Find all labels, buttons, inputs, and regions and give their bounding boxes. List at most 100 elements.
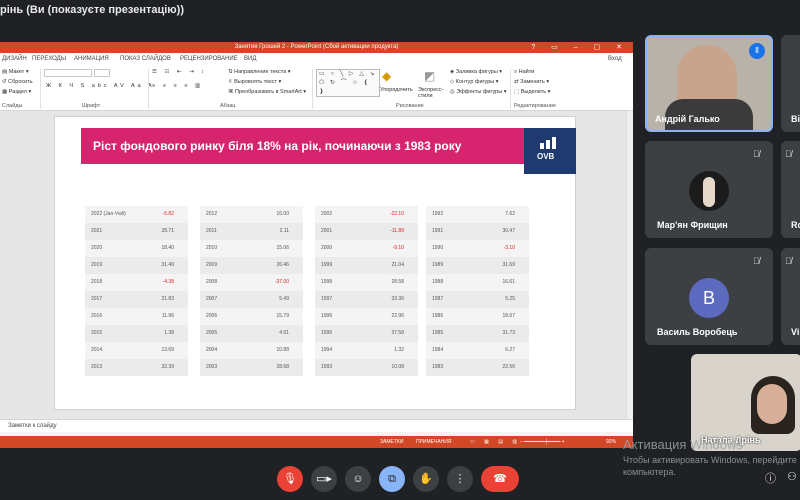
slide-notes-pane[interactable]: Заметки к слайду bbox=[0, 419, 633, 432]
shape-fill-button[interactable]: ◈ Заливка фигуры ▾ bbox=[450, 69, 502, 75]
participant-name: Василь Воробець bbox=[657, 327, 738, 337]
participant-name: Андрій Галько bbox=[655, 114, 720, 124]
emoji-button[interactable]: ☺ bbox=[345, 466, 371, 492]
zoom-slider[interactable]: – ━━━━━━━┿━━━━ + bbox=[520, 439, 565, 445]
present-screen-icon: ⧉ bbox=[388, 473, 396, 485]
ppt-status-bar: ЗАМЕТКИ ПРИМЕЧАНИЯ ▭ ▦ ▤ ▥ – ━━━━━━━┿━━━… bbox=[0, 436, 633, 448]
year-cell: 2000 bbox=[321, 245, 333, 251]
smartart-button[interactable]: ⌘ Преобразовать в SmartArt ▾ bbox=[228, 89, 306, 95]
shape-outline-button[interactable]: ◇ Контур фигуры ▾ bbox=[450, 79, 499, 85]
return-value-cell: 11.96 bbox=[161, 313, 174, 319]
current-slide[interactable]: Ріст фондового ринку біля 18% на рік, по… bbox=[54, 116, 576, 410]
font-name-input[interactable] bbox=[44, 69, 92, 77]
arrange-button[interactable]: Упорядочить bbox=[380, 87, 413, 93]
tab-review[interactable]: РЕЦЕНЗИРОВАНИЕ bbox=[180, 56, 238, 62]
participant-name: Ві bbox=[791, 114, 800, 124]
section-button[interactable]: ▦ Раздел ▾ bbox=[2, 89, 31, 95]
table-row: 1986 18.67 bbox=[426, 308, 529, 325]
year-cell: 2011 bbox=[206, 228, 217, 234]
returns-table: 2022 (Jan-Vwli) -5.82 2021 28.71 2020 18.40 20… bbox=[85, 206, 188, 376]
sign-in-link[interactable]: Вход bbox=[608, 56, 622, 62]
ribbon-separator bbox=[510, 69, 511, 109]
more-options-button[interactable]: ⋮ bbox=[447, 466, 473, 492]
find-button[interactable]: ⌕ Найти bbox=[514, 69, 534, 76]
text-direction-button[interactable]: ⇅ Направление текста ▾ bbox=[228, 69, 291, 75]
year-cell: 1991 bbox=[432, 228, 444, 234]
table-row: 1987 5.25 bbox=[426, 291, 529, 308]
shapes-gallery[interactable]: ▭ ○ ╲ ▷ △ ↘ ⬠ ↻ ⌒ ☆ ❴ ❵ bbox=[316, 69, 380, 97]
camera-button[interactable]: ▭▸ bbox=[311, 466, 337, 492]
return-value-cell: 31.73 bbox=[502, 330, 515, 336]
arrange-icon[interactable]: ◆ bbox=[382, 69, 391, 83]
mic-off-button[interactable]: 🎙 bbox=[277, 466, 303, 492]
returns-table: 2002 -22.10 2001 -11.89 2000 -9.10 1999 21.04 19… bbox=[315, 206, 418, 376]
return-value-cell: 5.25 bbox=[505, 296, 515, 302]
participant-tile-vi2[interactable]: 🎙̸ Vi bbox=[781, 248, 800, 345]
font-format-buttons[interactable]: Ж К Ч S abc AV Aa A bbox=[46, 83, 155, 89]
paragraph-list-buttons[interactable]: ☰ ☷ ⇤ ⇥ ↕ bbox=[152, 69, 207, 75]
participant-tile-maryan[interactable]: 🎙̸ Мар'ян Фрищин bbox=[645, 141, 773, 238]
shape-effects-button[interactable]: ◎ Эффекты фигуры ▾ bbox=[450, 89, 506, 95]
presenter-label: рінь (Ви (показуєте презентацію)) bbox=[0, 4, 185, 16]
return-value-cell: -22.10 bbox=[389, 211, 404, 217]
table-row: 2001 -11.89 bbox=[315, 223, 418, 240]
table-row: 1998 28.58 bbox=[315, 274, 418, 291]
window-controls[interactable]: ? ▭ – ▢ ✕ bbox=[531, 42, 629, 53]
tab-design[interactable]: ДИЗАЙН bbox=[2, 56, 27, 62]
participant-tile-vi[interactable]: Ві bbox=[781, 35, 800, 132]
year-cell: 2013 bbox=[91, 364, 103, 370]
tab-slideshow[interactable]: ПОКАЗ СЛАЙДОВ bbox=[120, 56, 171, 62]
people-icon[interactable]: ⚇ bbox=[787, 470, 797, 483]
participant-tile-vasyl[interactable]: 🎙̸ B Василь Воробець bbox=[645, 248, 773, 345]
select-button[interactable]: ⬚ Выделить ▾ bbox=[514, 89, 550, 95]
present-button[interactable]: ⧉ bbox=[379, 466, 405, 492]
year-cell: 1994 bbox=[321, 347, 333, 353]
vertical-scrollbar[interactable] bbox=[626, 111, 633, 419]
font-size-input[interactable] bbox=[94, 69, 110, 77]
year-cell: 1985 bbox=[432, 330, 444, 336]
replace-button[interactable]: ⇄ Заменить ▾ bbox=[514, 79, 549, 85]
year-cell: 2002 bbox=[321, 211, 333, 217]
return-value-cell: -4.38 bbox=[162, 279, 174, 285]
notes-toggle[interactable]: ЗАМЕТКИ bbox=[380, 439, 403, 445]
phone-hangup-icon: ☎ bbox=[493, 473, 507, 485]
tab-transitions[interactable]: ПЕРЕХОДЫ bbox=[32, 56, 66, 62]
group-editing-label: Редактирование bbox=[514, 103, 556, 109]
year-cell: 1986 bbox=[432, 313, 444, 319]
info-icon[interactable]: ⓘ bbox=[765, 470, 776, 486]
tab-view[interactable]: ВИД bbox=[244, 56, 256, 62]
align-text-button[interactable]: ⇳ Выровнять текст ▾ bbox=[228, 79, 281, 85]
layout-button[interactable]: ▤ Макет ▾ bbox=[2, 69, 29, 75]
return-value-cell: 33.36 bbox=[391, 296, 404, 302]
year-cell: 2010 bbox=[206, 245, 218, 251]
year-cell: 2016 bbox=[91, 313, 103, 319]
ppt-window-title: Занятия Грошей 2 - PowerPoint (Сбой акти… bbox=[234, 44, 399, 50]
quick-styles-icon[interactable]: ◩ bbox=[424, 69, 435, 83]
return-value-cell: 10.08 bbox=[391, 364, 404, 370]
raise-hand-button[interactable]: ✋ bbox=[413, 466, 439, 492]
participant-tile-andriy[interactable]: ⦀ Андрій Галько bbox=[645, 35, 773, 132]
paragraph-align-buttons[interactable]: ≡ ≡ ≡ ≡ ▥ bbox=[152, 83, 203, 89]
return-value-cell: 22.96 bbox=[391, 313, 404, 319]
reset-button[interactable]: ↺ Сбросить bbox=[2, 79, 33, 85]
mic-off-icon: 🎙̸ bbox=[753, 256, 760, 266]
tab-animation[interactable]: АНИМАЦИЯ bbox=[74, 56, 109, 62]
comments-toggle[interactable]: ПРИМЕЧАНИЯ bbox=[416, 439, 452, 445]
quick-styles-button[interactable]: Экспресс-стили bbox=[418, 87, 448, 99]
table-row: 2012 16.00 bbox=[200, 206, 303, 223]
view-buttons[interactable]: ▭ ▦ ▤ ▥ bbox=[470, 439, 521, 445]
year-cell: 2017 bbox=[91, 296, 103, 302]
group-paragraph-label: Абзац bbox=[220, 103, 236, 109]
table-row: 2010 15.06 bbox=[200, 240, 303, 257]
participant-tile-ro[interactable]: 🎙̸ Ro bbox=[781, 141, 800, 238]
year-cell: 1996 bbox=[321, 313, 333, 319]
end-call-button[interactable]: ☎ bbox=[481, 466, 519, 492]
zoom-level[interactable]: 92% bbox=[606, 439, 616, 445]
return-value-cell: 18.40 bbox=[161, 245, 174, 251]
returns-table: 2012 16.00 2011 2.11 2010 15.06 2009 26.46 2008 -… bbox=[200, 206, 303, 376]
year-cell: 2007 bbox=[206, 296, 218, 302]
slide-title: Ріст фондового ринку біля 18% на рік, по… bbox=[93, 139, 462, 153]
return-value-cell: 10.88 bbox=[276, 347, 289, 353]
ovb-logo-text: OVB bbox=[537, 152, 555, 161]
participant-photo bbox=[757, 384, 787, 424]
